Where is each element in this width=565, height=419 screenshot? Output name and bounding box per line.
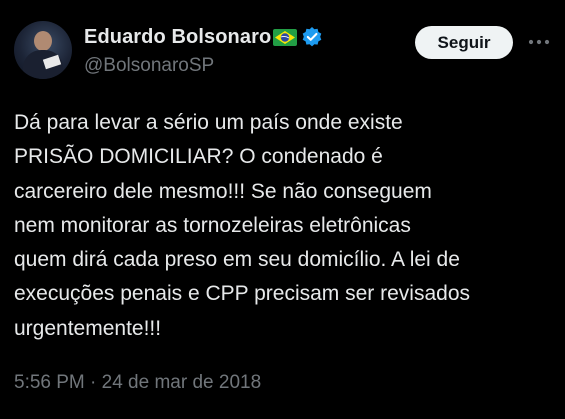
tweet-card: Eduardo Bolsonaro @BolsonaroSP Seguir Dá… xyxy=(0,0,565,419)
tweet-header: Eduardo Bolsonaro @BolsonaroSP Seguir xyxy=(14,21,551,85)
author-info: Eduardo Bolsonaro @BolsonaroSP xyxy=(84,23,323,77)
brazil-flag-icon xyxy=(273,28,298,46)
verified-badge-icon[interactable] xyxy=(301,26,323,48)
tweet-text: Dá para levar a sério um país onde exist… xyxy=(14,111,471,340)
tweet-timestamp[interactable]: 5:56 PM · 24 de mar de 2018 xyxy=(14,372,261,394)
avatar[interactable] xyxy=(14,21,72,79)
display-name-row: Eduardo Bolsonaro xyxy=(84,23,323,51)
follow-button[interactable]: Seguir xyxy=(415,26,513,59)
display-name[interactable]: Eduardo Bolsonaro xyxy=(84,26,271,49)
more-options-icon[interactable] xyxy=(526,33,552,51)
user-handle[interactable]: @BolsonaroSP xyxy=(84,55,323,77)
